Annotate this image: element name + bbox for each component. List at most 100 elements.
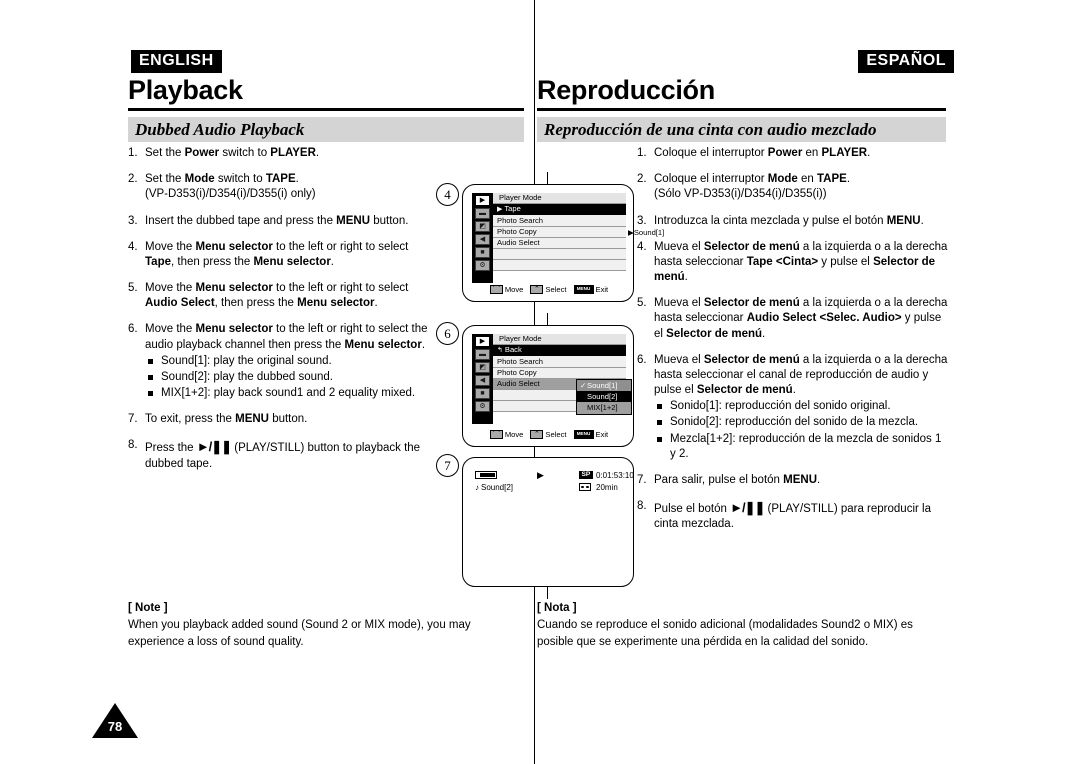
osd-menu-item-label: Back — [504, 345, 522, 355]
osd-menu-item[interactable]: Photo Copy — [493, 226, 626, 238]
osd-submenu-item-label: Sound[2] — [587, 391, 618, 401]
step-item: 4. Mueva el Selector de menú a la izquier… — [637, 240, 949, 286]
step-text: Mueva el Selector de menú a la izquierda… — [654, 240, 948, 284]
step-number: 6. — [128, 323, 138, 336]
osd-menu-item[interactable]: Photo Search — [493, 215, 626, 227]
figure-step-marker-4: 4 — [436, 183, 459, 206]
osd-hint: MENU Exit — [573, 430, 609, 439]
steps-list-spanish: 1. Coloque el interruptor Power en PLAYER… — [637, 146, 949, 543]
osd-hint-label: Exit — [595, 285, 609, 294]
step-text: To exit, press the MENU button. — [145, 413, 308, 426]
memory-icon: ■ — [475, 388, 490, 399]
settings-icon: ⚙ — [475, 260, 490, 271]
osd-hint-label: Select — [545, 430, 567, 439]
osd-menu-header: Player Mode — [493, 193, 626, 205]
osd-menu-item-empty — [493, 260, 626, 272]
playback-osd-row-top: ▶ SP 0:01:53:10 — [475, 469, 634, 481]
step-body: Move the Menu selector to the left or ri… — [145, 322, 438, 401]
step-bullet-list: Sonido[1]: reproducción del sonido origi… — [654, 399, 949, 462]
step-bullet-item: Sonido[1]: reproducción del sonido origi… — [654, 399, 949, 414]
osd-rail-foot-1 — [472, 272, 493, 284]
step-body: Press the ►/❚❚ (PLAY/STILL) button to pl… — [145, 438, 438, 471]
step-text: Pulse el botón ►/❚❚ (PLAY/STILL) para re… — [654, 500, 931, 531]
figure-step-marker-6: 6 — [436, 322, 459, 345]
manual-page: ENGLISH ESPAÑOL Playback Reproducción Du… — [0, 0, 1080, 764]
step-bullet-item: Mezcla[1+2]: reproducción de la mezcla d… — [654, 432, 949, 462]
step-body: Introduzca la cinta mezclada y pulse el … — [654, 214, 949, 229]
osd-submenu-item[interactable]: MIX[1+2] — [577, 402, 631, 414]
step-number: 7. — [637, 473, 647, 486]
osd-menu-item-label: Photo Search — [497, 215, 544, 225]
osd-menu-item-label: Photo Copy — [497, 367, 537, 377]
step-body: Coloque el interruptor Power en PLAYER. — [654, 146, 949, 161]
osd-menu-item[interactable]: Audio Select — [493, 237, 626, 249]
step-bullet-list: Sound[1]: play the original sound. Sound[… — [145, 354, 438, 402]
osd-submenu-item-label: MIX[1+2] — [587, 403, 618, 413]
step-text: Move the Menu selector to the left or ri… — [145, 282, 409, 310]
section-heading-spanish-label: Reproducción de una cinta con audio mezc… — [544, 119, 877, 139]
step-item: 6. Move the Menu selector to the left or … — [128, 322, 438, 401]
osd-menu-item[interactable]: Photo Search — [493, 356, 626, 368]
settings-icon-glyph: ⚙ — [479, 403, 486, 410]
step-item: 5. Move the Menu selector to the left or … — [128, 281, 438, 311]
osd-hint-bar-1: ⌒ Move ⌃ Select MENU Exit — [472, 285, 626, 294]
osd-menu-1: ▶ ▬ ◩ ◀ ■ ⚙ Player Mode ▶ Tape Photo Search Photo… — [472, 193, 626, 284]
music-note-icon: ♪ — [475, 482, 479, 492]
tape-icon — [579, 483, 591, 491]
figure-connector-3 — [547, 585, 549, 599]
osd-submenu-item-label: Sound[1] — [587, 380, 618, 390]
step-body: Coloque el interruptor Mode en TAPE. (Sól… — [654, 172, 949, 202]
photo-icon-glyph: ◩ — [479, 364, 486, 371]
osd-menu-item[interactable]: ↰ Back — [493, 345, 626, 357]
step-item: 4. Move the Menu selector to the left or … — [128, 240, 438, 270]
osd-submenu-item[interactable]: ✓ Sound[1] — [577, 380, 631, 392]
note-english-heading: [ Note ] — [128, 602, 168, 614]
step-number: 6. — [637, 353, 647, 366]
page-title-spanish: Reproducción — [537, 75, 715, 105]
memory-icon: ■ — [475, 247, 490, 258]
osd-submenu-item[interactable]: Sound[2] — [577, 391, 631, 403]
osd-menu-item[interactable]: Photo Copy — [493, 367, 626, 379]
osd-menu-item[interactable]: ▶ Tape — [493, 204, 626, 216]
playback-osd-row-bottom: ♪ Sound[2] 20min — [475, 481, 625, 493]
osd-cursor-icon: ↰ — [497, 346, 503, 354]
step-item: 1. Set the Power switch to PLAYER. — [128, 146, 438, 161]
step-bullet-item: Sonido[2]: reproducción del sonido de la… — [654, 415, 949, 430]
step-body: Mueva el Selector de menú a la izquierda… — [654, 240, 949, 286]
step-item: 2. Set the Mode switch to TAPE. (VP-D353(i… — [128, 172, 438, 202]
display-icon-glyph: ▬ — [479, 210, 486, 217]
section-heading-spanish: Reproducción de una cinta con audio mezc… — [537, 117, 946, 142]
step-number: 5. — [128, 282, 138, 295]
dial-icon: ⌒ — [489, 430, 503, 439]
osd-hint: ⌃ Select — [530, 430, 567, 439]
title-rule-spanish — [537, 108, 946, 111]
step-text: Coloque el interruptor Power en PLAYER. — [654, 147, 871, 159]
page-number-label: 78 — [107, 719, 123, 734]
osd-hint-label: Move — [504, 430, 524, 439]
lcd-screen-playback: ▶ SP 0:01:53:10 ♪ Sound[2] 20min — [462, 457, 634, 587]
note-spanish-heading: [ Nota ] — [537, 602, 577, 614]
osd-hint: ⌃ Select — [530, 285, 567, 294]
memory-icon-glyph: ■ — [480, 249, 485, 256]
step-number: 4. — [637, 240, 647, 253]
speaker-icon: ◀ — [475, 375, 490, 386]
menu-button-icon: MENU — [573, 430, 594, 439]
note-english-body: When you playback added sound (Sound 2 o… — [128, 619, 471, 648]
step-body: Insert the dubbed tape and press the MEN… — [145, 214, 438, 229]
osd-hint-label: Exit — [595, 430, 609, 439]
note-spanish-body: Cuando se reproduce el sonido adicional … — [537, 619, 913, 648]
osd-menu-header: Player Mode — [493, 334, 626, 346]
step-item: 3. Insert the dubbed tape and press the M… — [128, 214, 438, 229]
step-body: Set the Power switch to PLAYER. — [145, 146, 438, 161]
step-item: 8. Pulse el botón ►/❚❚ (PLAY/STILL) para … — [637, 499, 949, 532]
step-bullet-item: Sound[1]: play the original sound. — [145, 354, 438, 369]
page-title-english: Playback — [128, 75, 243, 105]
record-mode-badge: SP — [579, 470, 593, 480]
step-number: 1. — [128, 147, 138, 159]
step-text: Introduzca la cinta mezclada y pulse el … — [654, 214, 924, 227]
osd-menu-item-label: Audio Select — [497, 379, 540, 389]
osd-hint: ⌒ Move — [489, 430, 524, 439]
dial-icon: ⌃ — [530, 285, 544, 294]
title-rule-english — [128, 108, 524, 111]
osd-menu-item-label: Audio Select — [497, 238, 540, 248]
